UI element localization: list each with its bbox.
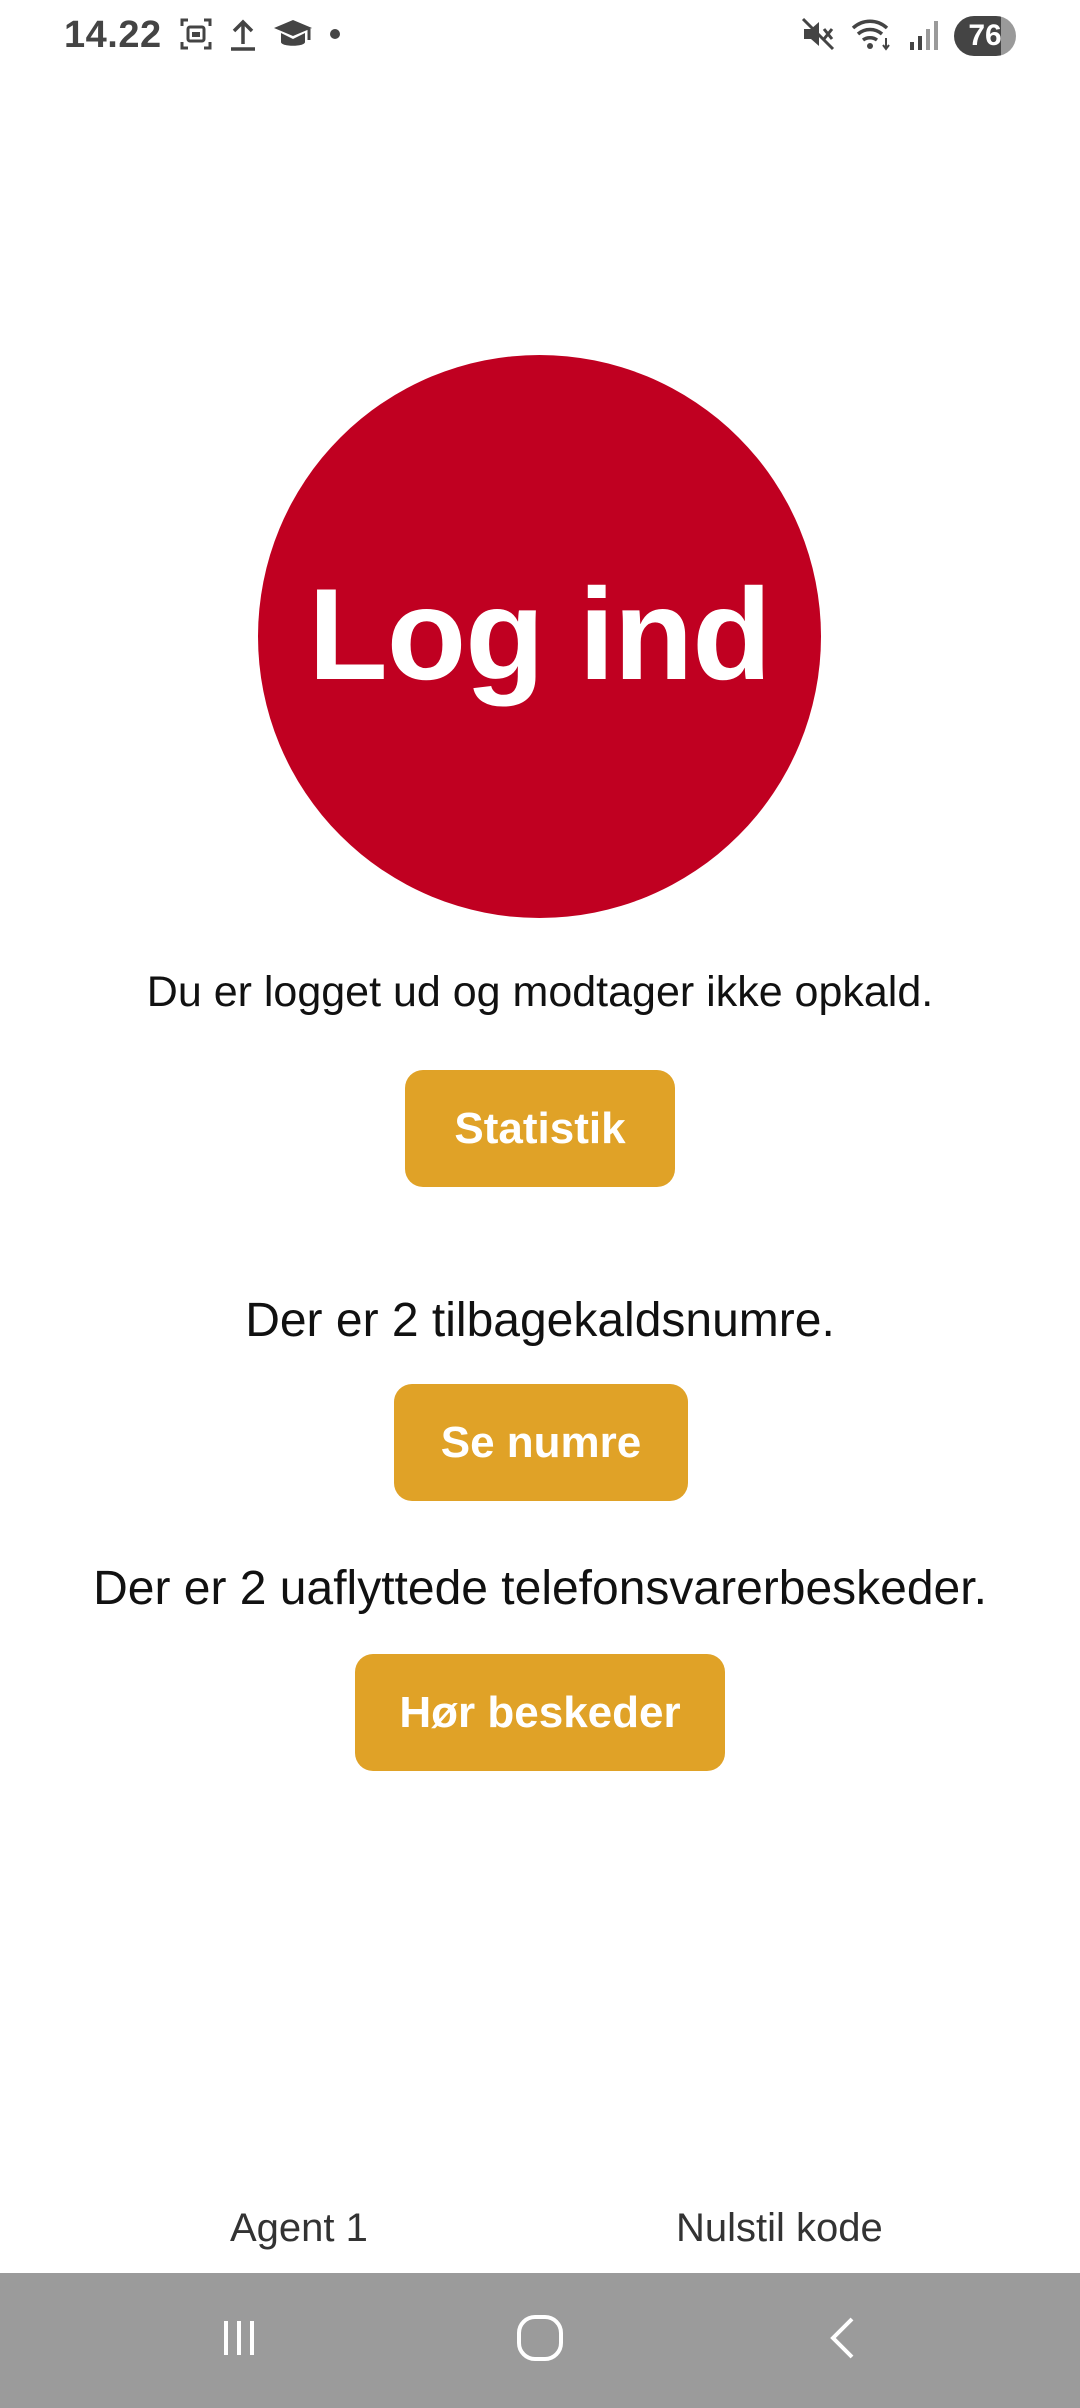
status-left-icons [178,16,342,56]
wifi-icon [850,16,894,57]
status-right-icons: 76 [800,14,1016,58]
screenshot-icon [178,16,214,57]
agent-link[interactable]: Agent 1 [230,2206,368,2251]
back-icon [819,2313,869,2368]
navigation-bar [0,2273,1080,2408]
recent-apps-icon [214,2313,264,2368]
login-button-label: Log ind [308,560,771,707]
listen-messages-button[interactable]: Hør beskeder [355,1654,725,1771]
mute-icon [800,16,836,57]
signal-icon [908,16,940,57]
statistics-button[interactable]: Statistik [405,1070,675,1187]
recent-apps-button[interactable] [199,2300,279,2380]
battery-icon: 76 [954,16,1016,56]
status-time: 14.22 [64,14,162,56]
callback-numbers-message: Der er 2 tilbagekaldsnumre. [245,1294,835,1347]
see-numbers-button-label: Se numre [440,1417,642,1467]
home-button[interactable] [500,2300,580,2380]
see-numbers-button[interactable]: Se numre [394,1384,688,1501]
reset-code-link[interactable]: Nulstil kode [676,2206,883,2251]
listen-messages-button-label: Hør beskeder [399,1687,681,1737]
upload-icon [228,16,258,57]
statistics-button-label: Statistik [454,1103,626,1153]
notification-dot-icon [328,27,342,46]
battery-level: 76 [968,19,1002,52]
login-button[interactable]: Log ind [258,355,821,918]
graduation-cap-icon [272,16,314,57]
home-icon [514,2312,566,2369]
status-bar: 14.22 76 [0,0,1080,72]
logged-out-message: Du er logget ud og modtager ikke opkald. [146,968,934,1016]
back-button[interactable] [804,2300,884,2380]
voicemail-message: Der er 2 uaflyttede telefonsvarerbeskede… [93,1562,987,1615]
